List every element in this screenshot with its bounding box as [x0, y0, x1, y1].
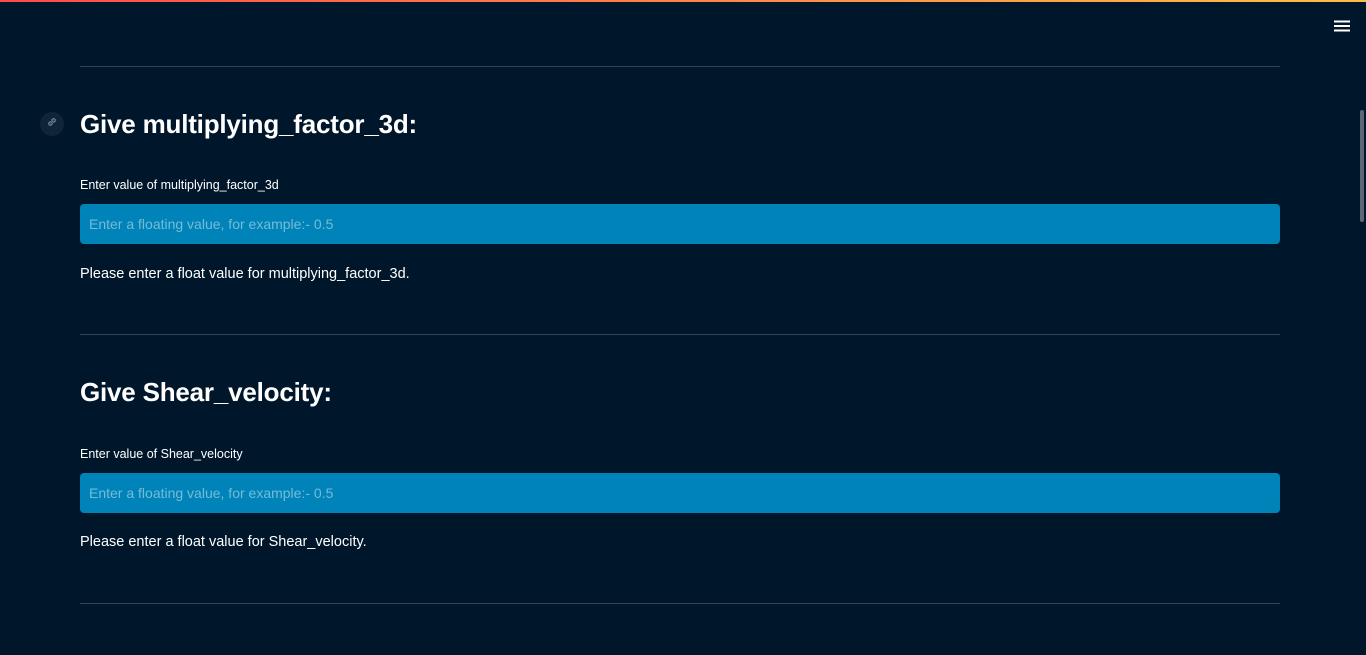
- input-label-multiplying-factor: Enter value of multiplying_factor_3d: [80, 178, 279, 192]
- validation-message-multiplying-factor: Please enter a float value for multiplyi…: [80, 266, 410, 282]
- page-scrollbar[interactable]: [1358, 0, 1366, 655]
- heading-anchor-link[interactable]: [40, 112, 64, 136]
- section-divider: [80, 603, 1280, 604]
- link-icon: [46, 115, 58, 133]
- input-label-shear-velocity: Enter value of Shear_velocity: [80, 447, 243, 461]
- section-divider: [80, 334, 1280, 335]
- section-heading-multiplying-factor: Give multiplying_factor_3d:: [80, 109, 418, 139]
- shear-velocity-input[interactable]: [80, 473, 1280, 513]
- top-decoration-bar: [0, 0, 1366, 2]
- multiplying-factor-input[interactable]: [80, 204, 1280, 244]
- hamburger-menu-icon: [1333, 19, 1351, 33]
- section-divider: [80, 66, 1280, 67]
- main-menu-button[interactable]: [1330, 14, 1354, 38]
- page-scrollbar-thumb[interactable]: [1360, 110, 1364, 222]
- section-heading-shear-velocity: Give Shear_velocity:: [80, 377, 332, 407]
- validation-message-shear-velocity: Please enter a float value for Shear_vel…: [80, 534, 367, 550]
